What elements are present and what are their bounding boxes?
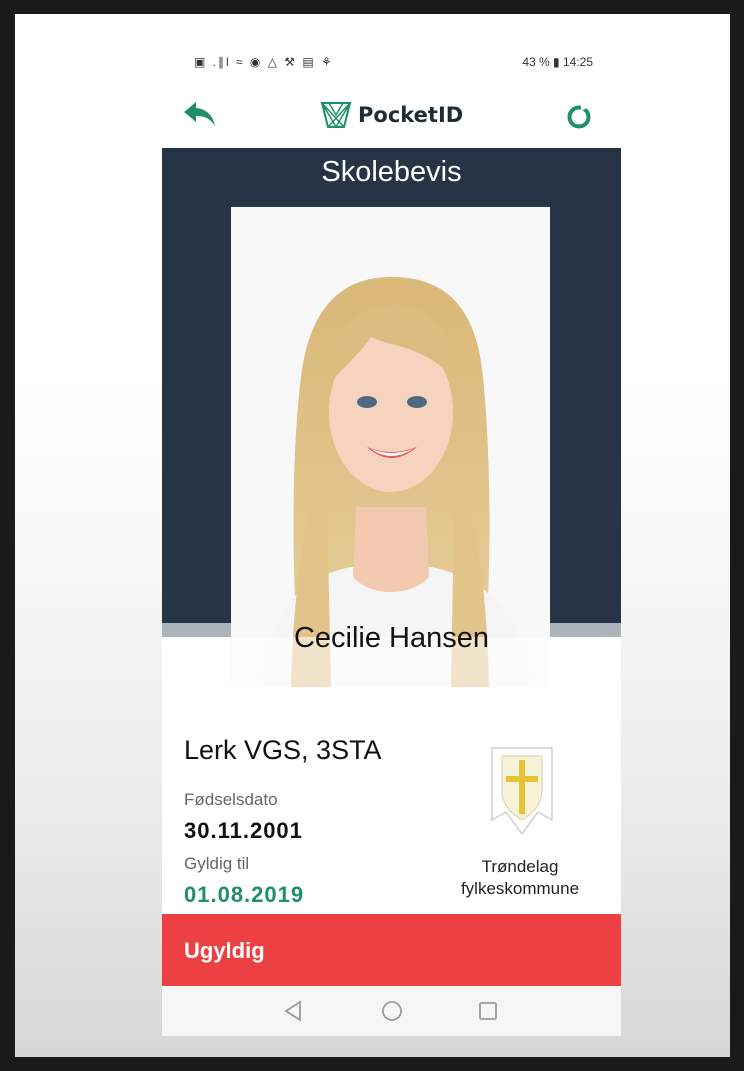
county-name-line2: fylkeskommune (460, 879, 580, 898)
status-right: 43 % ▮ 14:25 (522, 55, 593, 69)
holder-name: Cecilie Hansen (293, 622, 490, 654)
valid-until-value: 01.08.2019 (184, 882, 305, 907)
nav-recents-icon[interactable] (474, 997, 502, 1025)
status-bar: ▣ .∥l ≈ ◉ △ ⚒ ▤ ⚘ 43 % ▮ 14:25 (162, 48, 621, 78)
phone-screen: ▣ .∥l ≈ ◉ △ ⚒ ▤ ⚘ 43 % ▮ 14:25 PocketID … (162, 48, 621, 1036)
county-name-line1: Trøndelag (481, 857, 559, 876)
profile-photo (231, 207, 550, 687)
nav-home-icon[interactable] (378, 997, 406, 1025)
card-title: Skolebevis (321, 156, 462, 188)
portrait-image (231, 207, 550, 687)
back-arrow-icon[interactable] (182, 100, 218, 128)
county-shield-icon (491, 747, 553, 834)
battery-level: 43 % (522, 55, 550, 69)
battery-icon: ▮ (553, 55, 560, 69)
birth-date-value: 30.11.2001 (184, 818, 303, 843)
county-name: Trøndelag fylkeskommune (430, 856, 610, 900)
school-class: Lerk VGS, 3STA (184, 735, 382, 765)
brand-logo: PocketID (320, 100, 463, 130)
refresh-icon[interactable] (566, 104, 592, 130)
brand-name: PocketID (358, 103, 464, 127)
app-bar: PocketID (162, 78, 621, 148)
pocketid-logo-icon (320, 102, 352, 129)
invalid-status-text: Ugyldig (184, 938, 265, 963)
status-icons: ▣ .∥l ≈ ◉ △ ⚒ ▤ ⚘ (194, 55, 334, 69)
nav-back-icon[interactable] (280, 997, 308, 1025)
birth-date-label: Fødselsdato (184, 790, 278, 809)
valid-until-label: Gyldig til (184, 854, 250, 873)
clock: 14:25 (562, 55, 593, 69)
